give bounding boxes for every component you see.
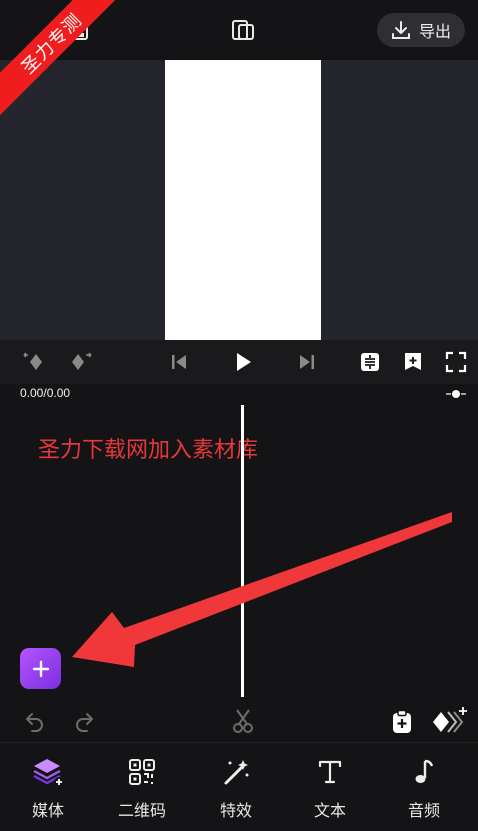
split-scissors-icon[interactable] [230, 707, 256, 735]
text-icon [313, 755, 347, 789]
tool-effects[interactable]: 特效 [201, 743, 271, 831]
media-layers-icon [31, 755, 65, 789]
add-media-button[interactable] [20, 648, 61, 689]
qr-code-icon [125, 755, 159, 789]
tool-qr-code[interactable]: 二维码 [107, 743, 177, 831]
video-editor-app: 导出 0.00/0.00 圣力下载网加入素材库 媒体 二维码 特效 文本 音频 … [0, 0, 478, 831]
redo-icon[interactable] [71, 708, 97, 734]
tool-qr-code-label: 二维码 [117, 803, 166, 820]
music-note-icon [407, 755, 441, 789]
tool-effects-label: 特效 [219, 803, 252, 820]
tool-text[interactable]: 文本 [295, 743, 365, 831]
plus-icon [32, 660, 49, 677]
bottom-toolbar: 媒体 二维码 特效 文本 音频 [0, 742, 478, 831]
tool-audio-label: 音频 [407, 803, 440, 820]
tool-media[interactable]: 媒体 [13, 743, 83, 831]
add-keyframe-icon[interactable] [430, 705, 470, 737]
undo-icon[interactable] [22, 708, 48, 734]
paste-clip-icon[interactable] [389, 708, 415, 736]
tool-audio[interactable]: 音频 [389, 743, 459, 831]
tool-text-label: 文本 [313, 803, 346, 820]
magic-wand-icon [219, 755, 253, 789]
tool-media-label: 媒体 [31, 803, 64, 820]
